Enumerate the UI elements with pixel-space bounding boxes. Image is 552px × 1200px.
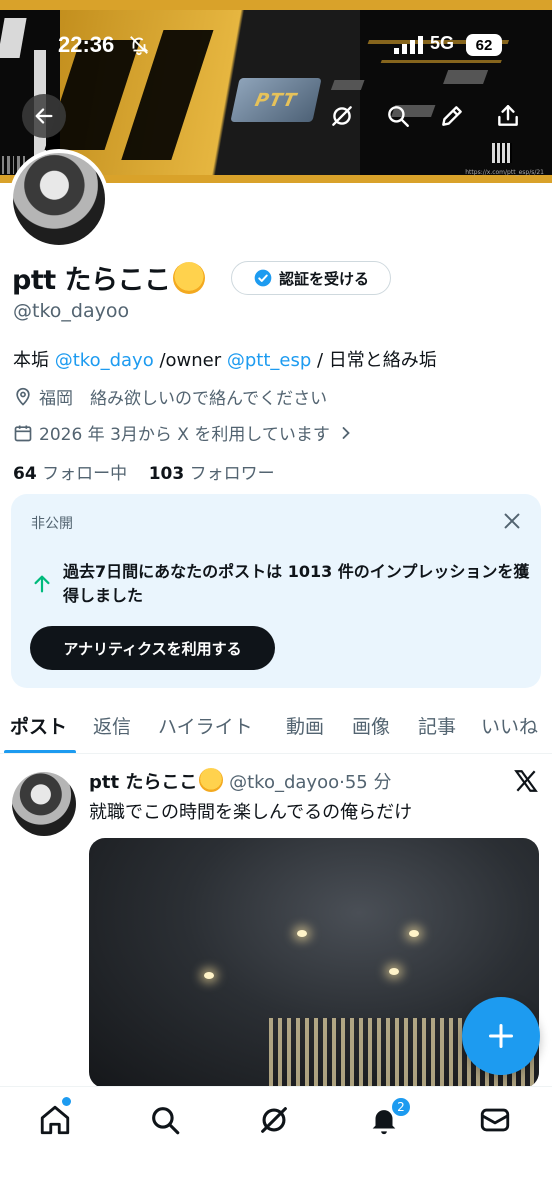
followers-label: フォロワー — [189, 464, 275, 484]
banner-url: https://x.com/ptt_esp/s/21 — [465, 169, 544, 176]
profile-name: ptt たらここ — [12, 258, 205, 297]
home-icon[interactable] — [38, 1103, 72, 1137]
banner-stripe-top — [0, 0, 552, 10]
battery-level: 62 — [466, 34, 502, 56]
melting-face-emoji-icon — [199, 768, 224, 792]
home-unread-dot — [62, 1097, 71, 1106]
bio-mid: /owner — [153, 350, 227, 371]
get-verified-button[interactable]: 認証を受ける — [231, 261, 391, 295]
profile-tabs: ポスト 返信 ハイライト 動画 画像 記事 いいね — [0, 700, 552, 754]
post-author-name[interactable]: ptt たらここ — [89, 772, 197, 793]
chevron-right-icon — [342, 426, 350, 439]
ceiling-light — [204, 972, 214, 979]
verified-badge-icon — [254, 269, 272, 287]
post-time: ·55 分 — [339, 772, 392, 793]
share-button[interactable] — [486, 94, 530, 138]
status-time: 22:36 — [58, 32, 115, 57]
grok-button[interactable] — [320, 94, 364, 138]
tab-images[interactable]: 画像 — [352, 712, 390, 739]
card-impressions-text: 過去7日間にあなたのポストは 1013 件のインプレッションを獲得しました — [63, 562, 530, 605]
melting-face-emoji-icon — [172, 262, 205, 294]
ceiling-light — [297, 930, 307, 937]
profile-handle: @tko_dayoo — [13, 300, 130, 322]
edit-icon — [442, 106, 462, 126]
joined-text: 2026 年 3月から X を利用しています — [39, 425, 330, 445]
banner-qr-code — [492, 143, 512, 163]
notification-badge: 2 — [391, 1097, 411, 1117]
profile-name-text: ptt たらここ — [12, 265, 171, 296]
grok-icon[interactable] — [257, 1103, 291, 1137]
grok-icon — [332, 106, 352, 126]
tab-highlights[interactable]: ハイライト — [158, 712, 253, 739]
banner-logo: PTT — [230, 78, 322, 122]
close-icon[interactable] — [501, 510, 523, 532]
signal-icon — [394, 36, 423, 54]
tab-likes[interactable]: いいね — [481, 712, 538, 739]
post-header: ptt たらここ @tko_dayoo·55 分 — [89, 768, 391, 794]
following-link[interactable]: 64 フォロー中 — [13, 464, 127, 484]
x-logo-icon[interactable] — [513, 768, 539, 794]
tab-articles[interactable]: 記事 — [418, 712, 456, 739]
card-private-label: 非公開 — [31, 516, 73, 532]
followers-count: 103 — [148, 464, 185, 484]
tab-replies[interactable]: 返信 — [93, 712, 131, 739]
compose-button[interactable] — [462, 997, 540, 1075]
bio-link-ptt-esp[interactable]: @ptt_esp — [227, 350, 311, 371]
status-bar: 22:36 5G 62 — [0, 28, 552, 64]
post-avatar[interactable] — [12, 772, 76, 836]
following-count: 64 — [13, 464, 37, 484]
profile-bio: 本垢 @tko_dayo /owner @ptt_esp / 日常と絡み垢 — [13, 346, 437, 372]
follow-stats: 64 フォロー中 103 フォロワー — [13, 459, 275, 484]
search-icon — [388, 106, 409, 127]
tab-posts[interactable]: ポスト — [10, 712, 67, 739]
location-text: 福岡 絡み欲しいので絡んでください — [39, 389, 328, 409]
profile-avatar[interactable] — [9, 149, 109, 249]
ceiling-light — [409, 930, 419, 937]
profile-joined[interactable]: 2026 年 3月から X を利用しています — [13, 420, 356, 445]
post-text: 就職でこの時間を楽しんでるの俺らだけ — [89, 802, 413, 823]
active-tab-indicator — [4, 750, 76, 753]
bio-link-main-account[interactable]: @tko_dayo — [55, 350, 154, 371]
bottom-nav: 2 — [0, 1086, 552, 1200]
search-button[interactable] — [376, 94, 420, 138]
search-icon[interactable] — [148, 1103, 182, 1137]
analytics-button[interactable]: アナリティクスを利用する — [30, 626, 275, 670]
mail-icon[interactable] — [478, 1103, 512, 1137]
bio-suffix: / 日常と絡み垢 — [311, 350, 437, 371]
share-icon — [498, 105, 518, 126]
tab-videos[interactable]: 動画 — [286, 712, 324, 739]
back-button[interactable] — [22, 94, 66, 138]
bell-muted-icon — [130, 36, 149, 56]
location-icon — [16, 387, 30, 406]
following-label: フォロー中 — [42, 464, 128, 484]
analytics-card: 非公開 過去7日間にあなたのポストは 1013 件のインプレッションを獲得しまし… — [11, 494, 541, 688]
plus-icon — [488, 1023, 514, 1049]
profile-location: 福岡 絡み欲しいので絡んでください — [13, 384, 327, 409]
back-arrow-icon — [35, 108, 53, 124]
get-verified-label: 認証を受ける — [278, 269, 369, 288]
edit-button[interactable] — [430, 94, 474, 138]
ceiling-light — [389, 968, 399, 975]
arrow-up-icon — [34, 575, 50, 593]
followers-link[interactable]: 103 フォロワー — [149, 464, 275, 484]
calendar-icon — [14, 425, 32, 441]
bio-prefix: 本垢 — [13, 350, 55, 371]
network-type: 5G — [430, 33, 455, 53]
post-author-handle[interactable]: @tko_dayoo — [229, 772, 339, 793]
